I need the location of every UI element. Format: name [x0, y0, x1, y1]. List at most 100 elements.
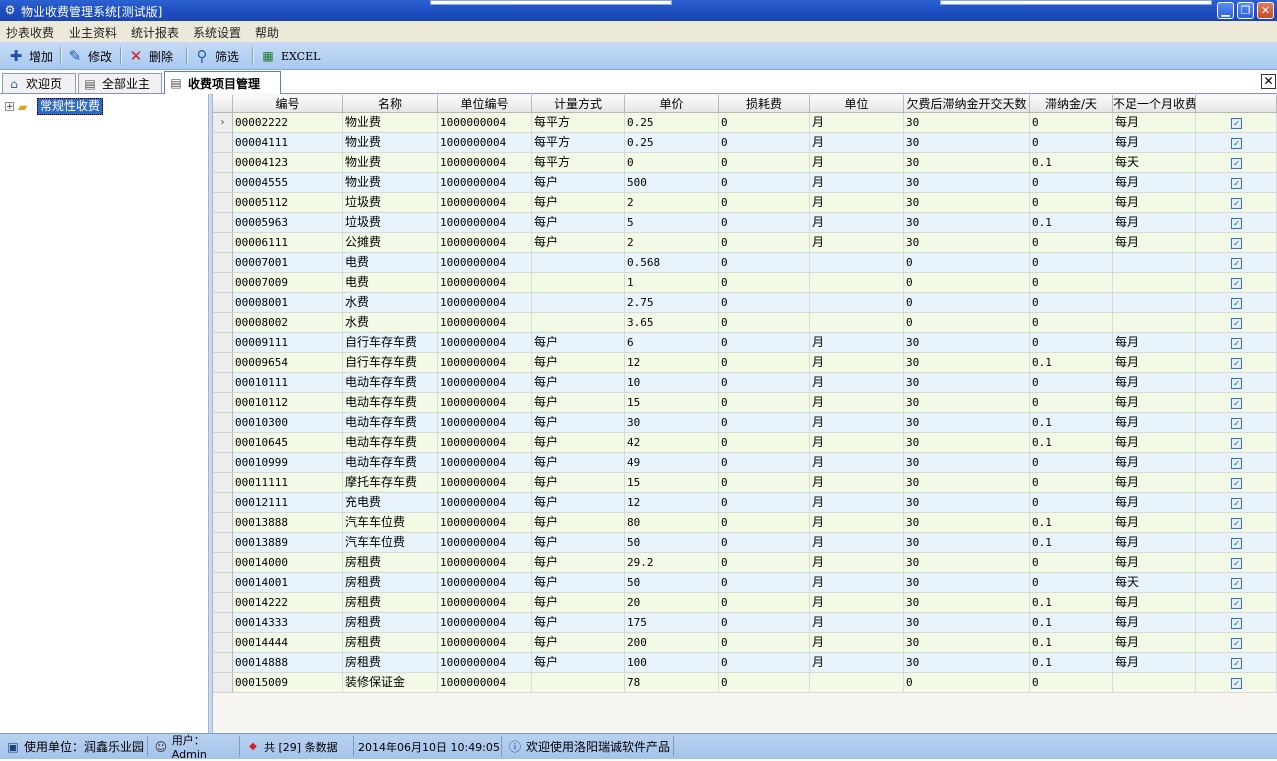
cell-unit-code[interactable]: 1000000004: [438, 253, 532, 273]
cell-name[interactable]: 水费: [343, 293, 438, 313]
cell-unit[interactable]: [810, 673, 904, 693]
cell-overdue-days[interactable]: 0: [904, 673, 1030, 693]
cell-unit[interactable]: [810, 293, 904, 313]
cell-loss-fee[interactable]: 0: [719, 513, 810, 533]
cell-overdue-days[interactable]: 30: [904, 553, 1030, 573]
cell-unit-code[interactable]: 1000000004: [438, 293, 532, 313]
cell-loss-fee[interactable]: 0: [719, 313, 810, 333]
cell-unit[interactable]: 月: [810, 233, 904, 253]
cell-name[interactable]: 电动车存车费: [343, 393, 438, 413]
cell-name[interactable]: 装修保证金: [343, 673, 438, 693]
enabled-checkbox[interactable]: ✓: [1231, 178, 1242, 189]
row-selector[interactable]: [213, 233, 233, 253]
cell-overdue-days[interactable]: 30: [904, 353, 1030, 373]
cell-late-fee[interactable]: 0.1: [1030, 613, 1113, 633]
cell-name[interactable]: 物业费: [343, 113, 438, 133]
column-header-partial-month[interactable]: 不足一个月收费: [1113, 95, 1196, 113]
cell-name[interactable]: 电动车存车费: [343, 373, 438, 393]
cell-measure[interactable]: 每户: [532, 613, 625, 633]
cell-partial-month[interactable]: [1113, 313, 1196, 333]
cell-unit-code[interactable]: 1000000004: [438, 573, 532, 593]
cell-overdue-days[interactable]: 30: [904, 473, 1030, 493]
cell-unit-code[interactable]: 1000000004: [438, 633, 532, 653]
cell-overdue-days[interactable]: 30: [904, 333, 1030, 353]
cell-code[interactable]: 00006111: [233, 233, 343, 253]
cell-loss-fee[interactable]: 0: [719, 113, 810, 133]
cell-unit[interactable]: 月: [810, 153, 904, 173]
table-row[interactable]: 00013888 汽车车位费 1000000004 每户 80 0 月 30 0.1 每月 ✓: [213, 513, 1277, 533]
cell-code[interactable]: 00010112: [233, 393, 343, 413]
row-selector[interactable]: [213, 593, 233, 613]
cell-measure[interactable]: [532, 293, 625, 313]
cell-unit-price[interactable]: 50: [625, 573, 719, 593]
cell-unit[interactable]: 月: [810, 553, 904, 573]
cell-partial-month[interactable]: 每月: [1113, 613, 1196, 633]
cell-measure[interactable]: 每户: [532, 213, 625, 233]
row-selector[interactable]: [213, 313, 233, 333]
filter-button[interactable]: ⚲ 筛选: [194, 46, 240, 66]
cell-partial-month[interactable]: 每月: [1113, 133, 1196, 153]
cell-late-fee[interactable]: 0: [1030, 373, 1113, 393]
cell-measure[interactable]: 每平方: [532, 133, 625, 153]
cell-late-fee[interactable]: 0: [1030, 133, 1113, 153]
cell-code[interactable]: 00014000: [233, 553, 343, 573]
cell-unit-code[interactable]: 1000000004: [438, 493, 532, 513]
cell-unit-code[interactable]: 1000000004: [438, 333, 532, 353]
enabled-checkbox[interactable]: ✓: [1231, 478, 1242, 489]
cell-unit[interactable]: 月: [810, 593, 904, 613]
table-row[interactable]: 00014444 房租费 1000000004 每户 200 0 月 30 0.1 每月 ✓: [213, 633, 1277, 653]
cell-unit-price[interactable]: 78: [625, 673, 719, 693]
column-header-unit-code[interactable]: 单位编号: [438, 95, 532, 113]
cell-measure[interactable]: 每户: [532, 633, 625, 653]
cell-unit[interactable]: 月: [810, 193, 904, 213]
table-row[interactable]: 00010300 电动车存车费 1000000004 每户 30 0 月 30 0.1 每月 ✓: [213, 413, 1277, 433]
cell-measure[interactable]: 每户: [532, 653, 625, 673]
cell-code[interactable]: 00014333: [233, 613, 343, 633]
cell-late-fee[interactable]: 0: [1030, 473, 1113, 493]
enabled-checkbox[interactable]: ✓: [1231, 378, 1242, 389]
cell-code[interactable]: 00009111: [233, 333, 343, 353]
cell-unit-code[interactable]: 1000000004: [438, 393, 532, 413]
table-row[interactable]: 00007001 电费 1000000004 0.568 0 0 0 ✓: [213, 253, 1277, 273]
cell-unit-code[interactable]: 1000000004: [438, 233, 532, 253]
cell-code[interactable]: 00002222: [233, 113, 343, 133]
cell-overdue-days[interactable]: 30: [904, 193, 1030, 213]
cell-unit-price[interactable]: 100: [625, 653, 719, 673]
row-selector[interactable]: [213, 153, 233, 173]
cell-measure[interactable]: 每户: [532, 193, 625, 213]
cell-late-fee[interactable]: 0: [1030, 253, 1113, 273]
cell-late-fee[interactable]: 0: [1030, 493, 1113, 513]
cell-unit-price[interactable]: 0.568: [625, 253, 719, 273]
cell-loss-fee[interactable]: 0: [719, 173, 810, 193]
cell-unit-price[interactable]: 175: [625, 613, 719, 633]
cell-unit-code[interactable]: 1000000004: [438, 153, 532, 173]
cell-measure[interactable]: 每户: [532, 453, 625, 473]
enabled-checkbox[interactable]: ✓: [1231, 458, 1242, 469]
cell-unit-code[interactable]: 1000000004: [438, 553, 532, 573]
row-selector[interactable]: [213, 133, 233, 153]
cell-unit-price[interactable]: 12: [625, 353, 719, 373]
row-selector[interactable]: [213, 633, 233, 653]
cell-unit-code[interactable]: 1000000004: [438, 613, 532, 633]
cell-unit-code[interactable]: 1000000004: [438, 133, 532, 153]
add-button[interactable]: ✚ 增加: [8, 46, 53, 66]
cell-measure[interactable]: 每户: [532, 533, 625, 553]
column-header-loss-fee[interactable]: 损耗费: [719, 95, 810, 113]
enabled-checkbox[interactable]: ✓: [1231, 398, 1242, 409]
close-window-button[interactable]: ✕: [1257, 2, 1274, 19]
cell-code[interactable]: 00010645: [233, 433, 343, 453]
enabled-checkbox[interactable]: ✓: [1231, 498, 1242, 509]
tab-welcome[interactable]: ⌂ 欢迎页: [2, 73, 76, 93]
table-row[interactable]: 00014888 房租费 1000000004 每户 100 0 月 30 0.1 每月 ✓: [213, 653, 1277, 673]
cell-partial-month[interactable]: 每月: [1113, 453, 1196, 473]
cell-unit[interactable]: [810, 253, 904, 273]
table-row[interactable]: 00009111 自行车存车费 1000000004 每户 6 0 月 30 0 每月 ✓: [213, 333, 1277, 353]
row-selector[interactable]: [213, 433, 233, 453]
cell-measure[interactable]: 每户: [532, 173, 625, 193]
table-row[interactable]: 00012111 充电费 1000000004 每户 12 0 月 30 0 每月 ✓: [213, 493, 1277, 513]
cell-overdue-days[interactable]: 30: [904, 593, 1030, 613]
cell-unit-code[interactable]: 1000000004: [438, 193, 532, 213]
cell-unit-code[interactable]: 1000000004: [438, 353, 532, 373]
cell-measure[interactable]: 每户: [532, 353, 625, 373]
close-tab-button[interactable]: ✕: [1261, 74, 1276, 89]
